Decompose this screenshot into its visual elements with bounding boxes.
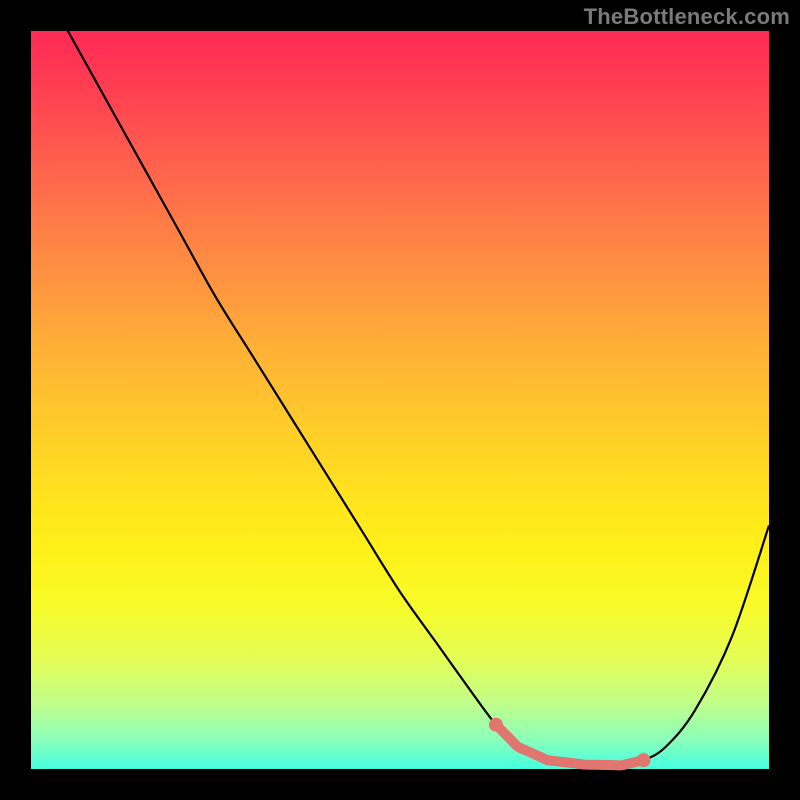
chart-area bbox=[31, 31, 769, 769]
bottleneck-curve bbox=[31, 31, 769, 769]
highlight-end-dot bbox=[637, 753, 651, 767]
highlight-start-dot bbox=[489, 718, 503, 732]
watermark-text: TheBottleneck.com bbox=[584, 4, 790, 30]
curve-path bbox=[68, 31, 769, 766]
highlight-segment bbox=[496, 725, 644, 766]
